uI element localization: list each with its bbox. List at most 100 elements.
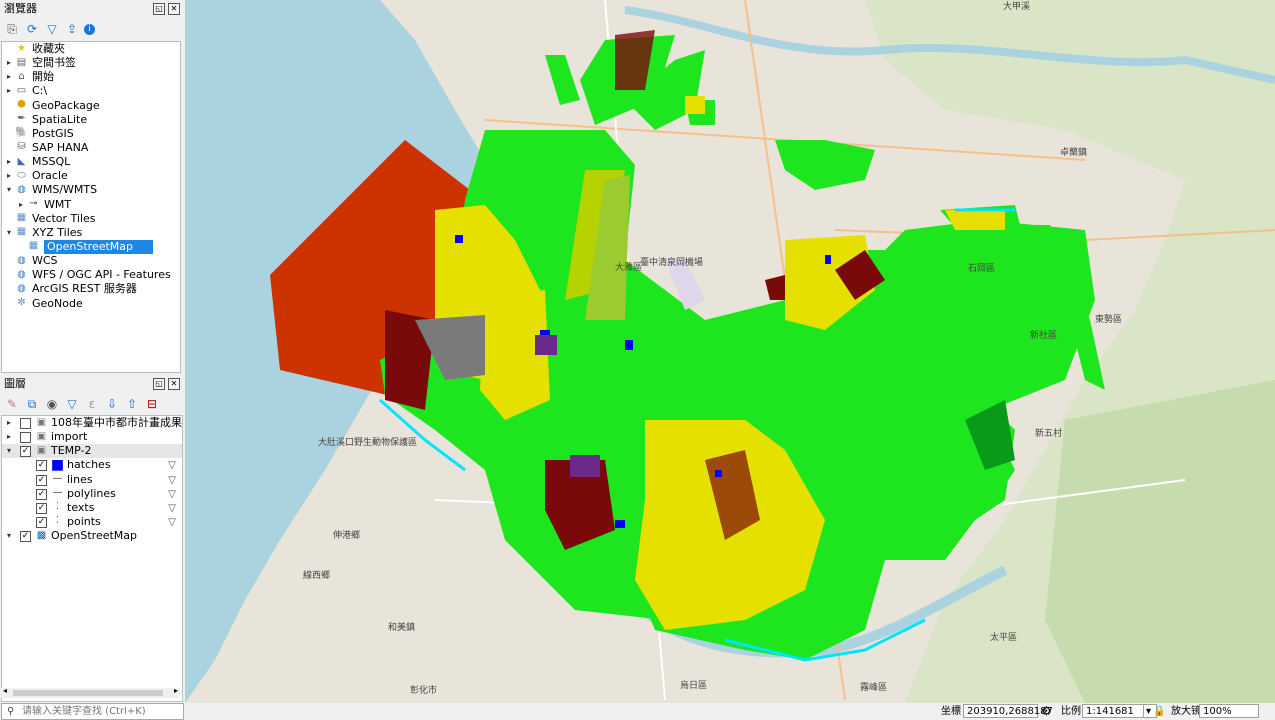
layer-item-import[interactable]: ▸ ▣ import	[2, 430, 182, 444]
globe-icon: ◍	[17, 254, 26, 266]
expand-arrow-icon[interactable]: ▸	[4, 84, 14, 98]
close-icon[interactable]: ✕	[168, 3, 180, 15]
map-place-label: 霧峰區	[860, 682, 887, 693]
expand-arrow-icon[interactable]: ▾	[4, 183, 14, 197]
layers-toolbar: ✎ ⧉ ◉ ▽ ε ⇩ ⇧ ⊟	[0, 393, 160, 415]
filter-icon[interactable]: ▽	[168, 502, 176, 516]
layer-visibility-checkbox[interactable]: ✓	[36, 474, 47, 486]
filter-icon[interactable]: ▽	[168, 474, 176, 488]
browser-item-oracle[interactable]: ▸ ⬭ Oracle	[2, 169, 180, 183]
layer-item-lines[interactable]: ✓ — lines ▽	[2, 473, 182, 487]
browser-item-spatialite[interactable]: ✒ SpatiaLite	[2, 113, 180, 127]
expand-arrow-icon[interactable]: ▸	[4, 70, 14, 84]
line-symbol-icon: —	[52, 473, 63, 485]
browser-item-[interactable]: ▸ ⌂ 開始	[2, 70, 180, 84]
layer-visibility-checkbox[interactable]: ✓	[36, 502, 47, 514]
browser-item-geonode[interactable]: ✼ GeoNode	[2, 297, 180, 311]
browser-item-[interactable]: ▸ ▤ 空間书签	[2, 56, 180, 70]
map-theme-icon[interactable]: ◉	[44, 396, 60, 412]
filter-icon[interactable]: ▽	[168, 516, 176, 530]
map-place-label: 彰化市	[410, 684, 437, 696]
horizontal-scrollbar[interactable]: ◂ ▸	[1, 686, 180, 698]
layer-visibility-checkbox[interactable]: ✓	[20, 531, 31, 543]
layer-item-points[interactable]: ✓ ⁚ points ▽	[2, 515, 182, 529]
filter-icon[interactable]: ▽	[168, 459, 176, 473]
layer-visibility-checkbox[interactable]: ✓	[20, 446, 31, 458]
map-place-label: 臺中清泉岡機場	[640, 256, 703, 268]
filter-icon[interactable]: ▽	[44, 21, 60, 37]
lock-scale-icon[interactable]: 🔒	[1153, 703, 1165, 720]
expand-arrow-icon[interactable]: ▸	[4, 430, 14, 444]
expand-arrow-icon[interactable]: ▾	[4, 226, 14, 240]
browser-item-wfs-ogc-api-features[interactable]: ◍ WFS / OGC API - Features	[2, 268, 180, 282]
browser-item-postgis[interactable]: 🐘 PostGIS	[2, 127, 180, 141]
browser-tree: ★ 收藏夾 ▸ ▤ 空間书签 ▸ ⌂ 開始 ▸ ▭ C:\ ⬢ GeoPackage ✒ SpatiaLit…	[1, 41, 181, 373]
layer-item-hatches[interactable]: ✓ ■ hatches ▽	[2, 458, 182, 472]
browser-item-openstreetmap[interactable]: ▦ OpenStreetMap	[2, 239, 180, 254]
layer-visibility-checkbox[interactable]: ✓	[36, 516, 47, 528]
layer-visibility-checkbox[interactable]	[20, 432, 31, 444]
layer-visibility-checkbox[interactable]: ✓	[36, 460, 47, 472]
expand-arrow-icon[interactable]: ▾	[4, 529, 14, 543]
browser-item-label: GeoPackage	[32, 98, 100, 112]
filter-icon[interactable]: ▽	[168, 488, 176, 502]
magnifier-field[interactable]: 100%	[1199, 704, 1259, 718]
collapse-all-icon[interactable]: ⇪	[64, 21, 80, 37]
layer-item-openstreetmap[interactable]: ▾ ✓ ▩ OpenStreetMap	[2, 529, 182, 543]
map-place-label: 新社區	[1030, 329, 1057, 341]
expand-arrow-icon[interactable]: ▸	[4, 155, 14, 169]
style-icon[interactable]: ✎	[4, 396, 20, 412]
close-icon[interactable]: ✕	[168, 378, 180, 390]
layer-visibility-checkbox[interactable]: ✓	[36, 488, 47, 500]
expand-arrow-icon[interactable]: ▸	[4, 416, 14, 430]
remove-layer-icon[interactable]: ⊟	[144, 396, 160, 412]
point-symbol-icon: ⁚	[55, 515, 60, 527]
map-place-label: 伸港鄉	[333, 529, 360, 541]
float-icon[interactable]: ◱	[153, 378, 165, 390]
expand-arrow-icon[interactable]: ▸	[16, 198, 26, 212]
layer-item-temp-2[interactable]: ▾ ✓ ▣ TEMP-2	[2, 444, 182, 459]
browser-item-c[interactable]: ▸ ▭ C:\	[2, 84, 180, 98]
browser-item-wmt[interactable]: ▸ ⊸ WMT	[2, 198, 180, 212]
browser-item-[interactable]: ★ 收藏夾	[2, 42, 180, 56]
layer-item-texts[interactable]: ✓ ⁚ texts ▽	[2, 501, 182, 515]
layer-item-polylines[interactable]: ✓ — polylines ▽	[2, 487, 182, 501]
layer-item-108-dx[interactable]: ▸ ▣ 108年臺中市都市計畫成果_DX	[2, 416, 182, 430]
filter-legend-icon[interactable]: ▽	[64, 396, 80, 412]
expand-all-icon[interactable]: ⇩	[104, 396, 120, 412]
drive-icon: ▭	[16, 84, 27, 96]
map-place-label: 太平區	[990, 631, 1017, 643]
expression-filter-icon[interactable]: ε	[84, 396, 100, 412]
globe-icon: ◍	[17, 268, 26, 280]
database-icon: ⛁	[17, 141, 26, 153]
browser-item-wms-wmts[interactable]: ▾ ◍ WMS/WMTS	[2, 183, 180, 197]
browser-item-xyz-tiles[interactable]: ▾ ▦ XYZ Tiles	[2, 226, 180, 240]
layer-visibility-checkbox[interactable]	[20, 418, 31, 429]
info-icon[interactable]: i	[84, 23, 95, 35]
browser-item-mssql[interactable]: ▸ ◣ MSSQL	[2, 155, 180, 169]
expand-arrow-icon[interactable]: ▸	[4, 56, 14, 70]
layer-name: texts	[67, 500, 95, 514]
browser-item-geopackage[interactable]: ⬢ GeoPackage	[2, 99, 180, 113]
toggle-extents-icon[interactable]: ⚙	[1041, 703, 1052, 720]
locator-search[interactable]: ⚲ 请输入关键字查找 (Ctrl+K)	[1, 703, 184, 720]
coordinate-label: 坐標	[941, 706, 961, 717]
browser-item-sap-hana[interactable]: ⛁ SAP HANA	[2, 141, 180, 155]
browser-item-wcs[interactable]: ◍ WCS	[2, 254, 180, 268]
map-svg: 大甲溪大雅區臺中清泉岡機場東勢區新社區 石岡區 卓蘭鎮新五村大肚溪口野生動物保護區伸…	[185, 0, 1275, 703]
add-group-icon[interactable]: ⧉	[24, 396, 40, 412]
add-layer-icon[interactable]: ⎘	[4, 21, 20, 37]
scale-field[interactable]: 1:141681	[1082, 704, 1144, 718]
group-icon: ▣	[36, 444, 47, 456]
expand-arrow-icon[interactable]: ▾	[4, 444, 14, 458]
float-icon[interactable]: ◱	[153, 3, 165, 15]
expand-arrow-icon[interactable]: ▸	[4, 169, 14, 183]
browser-item-label: WMS/WMTS	[32, 183, 98, 197]
refresh-icon[interactable]: ⟳	[24, 21, 40, 37]
browser-item-vector-tiles[interactable]: ▦ Vector Tiles	[2, 212, 180, 226]
browser-item-arcgis-rest[interactable]: ◍ ArcGIS REST 服务器	[2, 282, 180, 296]
map-canvas[interactable]: 大甲溪 大雅區 臺中清泉岡機場 東勢區 新社區 石岡區 卓蘭鎮 新五村 大肚溪口野生動物保護區伸…	[185, 0, 1275, 703]
collapse-all-icon[interactable]: ⇧	[124, 396, 140, 412]
browser-item-label: SpatiaLite	[32, 112, 88, 126]
coordinate-field[interactable]: 203910,2688187	[963, 704, 1053, 718]
